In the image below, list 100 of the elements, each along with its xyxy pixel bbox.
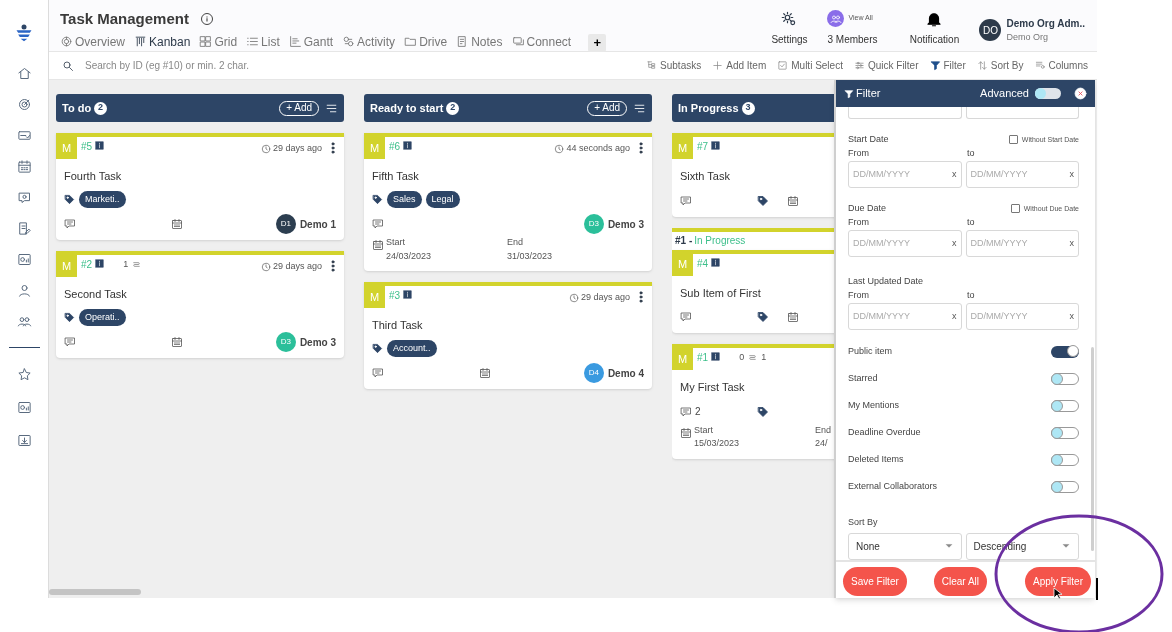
user-avatar[interactable]: DO [979, 19, 1002, 42]
toolbar-button[interactable]: Columns [1034, 55, 1088, 76]
task-title[interactable]: Sixth Task [672, 168, 834, 185]
date-field[interactable]: DD/MM/YYYY x [848, 161, 962, 188]
chart-icon[interactable] [16, 252, 32, 267]
task-title[interactable]: Sub Item of First [672, 284, 834, 301]
tag-icon[interactable] [757, 311, 769, 323]
task-card[interactable]: M #4 Sub Item of First [672, 249, 834, 333]
comment-icon[interactable] [680, 194, 692, 207]
tab[interactable]: Notes [456, 31, 503, 54]
people-icon[interactable] [16, 314, 32, 329]
date-field[interactable]: DD/MM/YYYY x [848, 303, 962, 330]
notification-label[interactable]: Notification [909, 32, 960, 47]
clear-button[interactable]: x [1069, 309, 1074, 324]
tag-pill[interactable]: Sales [387, 190, 422, 208]
members-label[interactable]: 3 Members [827, 32, 878, 47]
tab[interactable]: Activity [342, 31, 396, 54]
task-title[interactable]: Third Task [364, 317, 652, 334]
input-field[interactable] [965, 107, 1079, 119]
calendar-icon[interactable] [787, 194, 799, 207]
calendar-icon[interactable] [171, 336, 183, 348]
comment-icon[interactable] [372, 218, 384, 230]
tag-pill[interactable]: Marketi.. [79, 190, 126, 208]
task-title[interactable]: Fifth Task [364, 168, 652, 185]
task-card[interactable]: M #2 1 29 days ago Second Task Operati.. D3 Demo 3 [56, 251, 344, 358]
comment-icon[interactable] [680, 311, 692, 323]
toolbar-button[interactable]: Sort By [976, 55, 1024, 76]
info-icon[interactable] [95, 259, 105, 268]
target-icon[interactable] [16, 97, 32, 112]
date-field[interactable]: DD/MM/YYYY x [848, 230, 962, 257]
notification-icon[interactable] [925, 10, 944, 28]
info-icon[interactable] [711, 257, 721, 267]
clear-button[interactable]: x [952, 236, 957, 251]
clear-button[interactable]: x [952, 309, 957, 324]
checkbox[interactable] [1008, 135, 1018, 145]
input-field[interactable] [848, 107, 962, 119]
add-tab-button[interactable]: + [588, 33, 607, 52]
comment-icon[interactable] [64, 218, 76, 230]
mention-icon[interactable] [16, 190, 32, 205]
search-field[interactable]: Search by ID (eg #10) or min. 2 char. [85, 58, 485, 73]
person-icon[interactable] [16, 283, 32, 298]
note-icon[interactable] [16, 221, 32, 236]
calendar-icon[interactable] [787, 311, 799, 323]
info-icon[interactable] [711, 352, 721, 361]
toggle-switch[interactable] [1051, 426, 1079, 439]
task-card[interactable]: M #3 29 days ago Third Task Account.. D4 Demo 4 [364, 282, 652, 389]
toggle-switch[interactable] [1051, 372, 1079, 385]
clear-button[interactable]: x [1069, 167, 1074, 182]
task-title[interactable]: Fourth Task [56, 168, 344, 185]
settings-label[interactable]: Settings [771, 32, 808, 47]
tag-pill[interactable]: Legal [425, 190, 460, 208]
tab[interactable]: Connect [511, 31, 572, 54]
checkbox[interactable] [1010, 204, 1020, 214]
scrollbar-thumb[interactable] [49, 589, 141, 595]
calendar-icon[interactable] [680, 426, 692, 439]
info-icon[interactable] [95, 141, 105, 150]
toggle-switch[interactable] [1051, 453, 1079, 466]
task-card[interactable]: M #7 Sixth Task [672, 133, 834, 217]
download-icon[interactable] [16, 433, 32, 448]
home-icon[interactable] [16, 66, 32, 81]
task-card[interactable]: M #6 44 seconds ago Fifth Task Sales Legal D3 Demo 3 Start 24/03/2023 End 31/03/2023 [364, 133, 652, 271]
task-card[interactable]: M #1 0 1 My First Task 2 Start 15/03/2023 End 24/ [672, 344, 834, 459]
date-field[interactable]: DD/MM/YYYY x [965, 230, 1079, 257]
comment-icon[interactable] [64, 336, 76, 348]
tab[interactable]: Grid [199, 31, 238, 54]
task-card[interactable]: M #5 29 days ago Fourth Task Marketi.. D1 Demo 1 [56, 133, 344, 240]
toggle-switch[interactable] [1051, 345, 1079, 358]
comment-icon[interactable] [372, 367, 384, 379]
card-icon[interactable] [16, 128, 32, 143]
calendar-icon[interactable] [479, 367, 491, 379]
date-field[interactable]: DD/MM/YYYY x [965, 161, 1079, 188]
chart-icon[interactable] [16, 400, 32, 415]
tag-icon[interactable] [757, 405, 769, 418]
info-icon[interactable] [403, 290, 413, 299]
toolbar-button[interactable]: Multi Select [777, 55, 843, 76]
date-field[interactable]: DD/MM/YYYY x [965, 303, 1079, 330]
task-title[interactable]: My First Task [672, 379, 834, 396]
toggle-switch[interactable] [1051, 480, 1079, 493]
star-icon[interactable] [16, 367, 32, 382]
info-icon[interactable] [403, 141, 413, 150]
advanced-toggle[interactable] [1035, 88, 1061, 99]
tag-pill[interactable]: Operati.. [79, 308, 126, 326]
comment-icon[interactable] [680, 405, 692, 418]
toolbar-button[interactable]: Quick Filter [853, 55, 919, 76]
close-icon[interactable] [1074, 87, 1087, 100]
tab[interactable]: Gantt [288, 31, 334, 54]
members-icon[interactable] [827, 10, 845, 27]
toolbar-button[interactable]: Add Item [712, 55, 767, 76]
clear-button[interactable]: x [952, 167, 957, 182]
calendar-icon[interactable] [171, 218, 183, 230]
task-title[interactable]: Second Task [56, 286, 344, 303]
calendar-icon[interactable] [16, 159, 32, 174]
info-icon[interactable] [711, 141, 721, 150]
tab[interactable]: Overview [60, 31, 125, 54]
tab[interactable]: List [246, 31, 280, 54]
clear-button[interactable]: x [1069, 236, 1074, 251]
toolbar-button[interactable]: Filter [929, 55, 966, 76]
tag-icon[interactable] [757, 194, 769, 207]
logo-icon[interactable] [14, 22, 34, 42]
tab[interactable]: Drive [404, 31, 448, 54]
